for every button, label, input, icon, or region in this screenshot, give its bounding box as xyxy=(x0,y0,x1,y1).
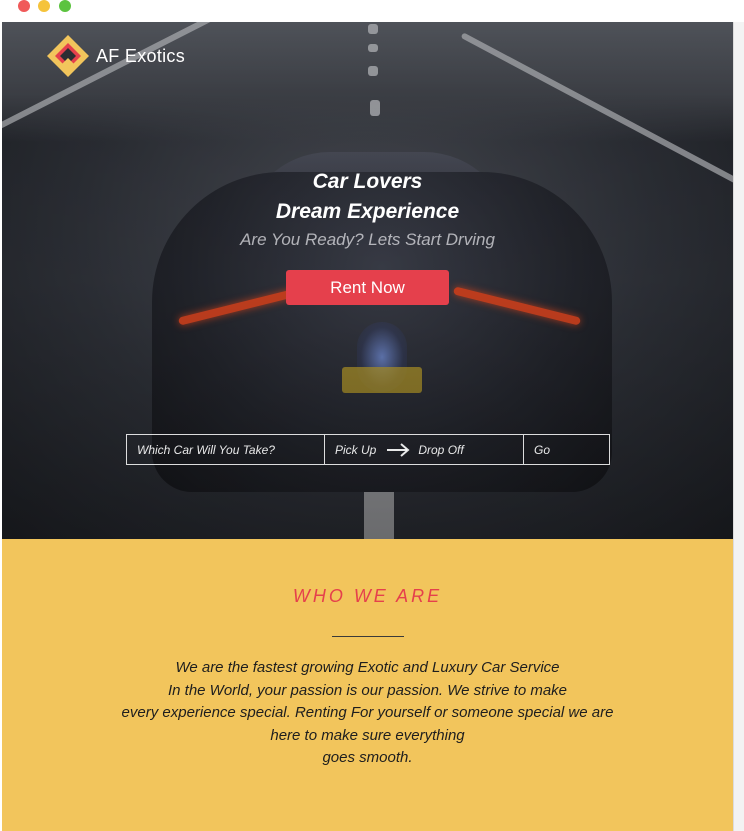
minimize-window-button[interactable] xyxy=(38,0,50,12)
section-divider xyxy=(332,636,404,637)
page: AF Exotics Car Lovers Dream Experience A… xyxy=(2,22,733,831)
dropoff-label: Drop Off xyxy=(418,442,464,457)
about-line: every experience special. Renting For yo… xyxy=(121,704,614,721)
about-line: goes smooth. xyxy=(322,749,413,766)
section-title: WHO WE ARE xyxy=(292,586,443,606)
hero-headline-line1: Car Lovers xyxy=(312,170,423,193)
brand-logo[interactable]: AF Exotics xyxy=(46,34,185,78)
hero-headline-line2: Dream Experience xyxy=(275,200,460,223)
about-paragraph: We are the fastest growing Exotic and Lu… xyxy=(62,657,673,770)
date-range-field[interactable]: Pick Up Drop Off xyxy=(325,435,524,464)
about-line: In the World, your passion is our passio… xyxy=(167,681,568,699)
close-window-button[interactable] xyxy=(18,0,30,12)
rent-now-button[interactable]: Rent Now xyxy=(286,270,449,305)
about-line: We are the fastest growing Exotic and Lu… xyxy=(175,659,560,676)
go-button[interactable]: Go xyxy=(524,435,609,464)
diamond-logo-icon xyxy=(47,35,89,77)
brand-name: AF Exotics xyxy=(96,45,186,66)
arrow-right-icon xyxy=(387,442,410,457)
car-select-placeholder: Which Car Will You Take? xyxy=(137,442,275,457)
pickup-label: Pick Up xyxy=(335,442,377,457)
about-line: here to make sure everything xyxy=(270,726,465,744)
booking-search-bar: Which Car Will You Take? Pick Up Drop Of… xyxy=(126,434,610,465)
go-label: Go xyxy=(534,442,551,457)
car-select-field[interactable]: Which Car Will You Take? xyxy=(127,435,325,464)
hero-tagline: Are You Ready? Lets Start Drving xyxy=(240,230,495,249)
window-edge xyxy=(733,22,744,831)
hero-section: AF Exotics Car Lovers Dream Experience A… xyxy=(2,22,733,539)
maximize-window-button[interactable] xyxy=(59,0,71,12)
window-chrome xyxy=(0,0,744,22)
who-we-are-section: WHO WE ARE We are the fastest growing Ex… xyxy=(2,539,733,831)
